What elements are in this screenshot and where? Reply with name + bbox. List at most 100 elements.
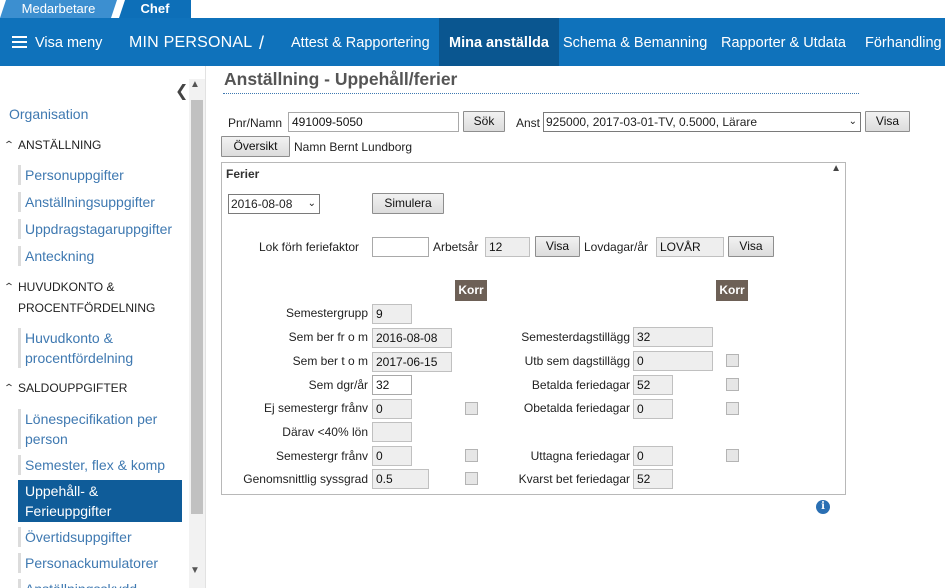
semestergrupp-label: Semestergrupp — [285, 306, 368, 320]
scroll-down-icon[interactable]: ▼ — [190, 565, 200, 576]
sidebar-item-personuppgifter[interactable]: Personuppgifter — [18, 165, 182, 185]
title-divider — [223, 93, 859, 94]
sidebar-item-anteckning[interactable]: Anteckning — [18, 246, 182, 266]
nav-item-schema[interactable]: Schema & Bemanning — [563, 18, 707, 66]
ej-semestergr-franv-value: 0 — [372, 399, 412, 419]
uttagna-feriedagar-value: 0 — [633, 446, 673, 466]
item-label-line2: procentfördelning — [25, 350, 134, 366]
item-label-line1: Lönespecifikation per — [25, 411, 158, 427]
main-content: Anställning - Uppehåll/ferier Pnr/Namn 4… — [206, 66, 945, 588]
simulate-button[interactable]: Simulera — [372, 193, 444, 214]
utb-sem-dagstillagg-label: Utb sem dagstillägg — [524, 354, 630, 368]
sidebar-section-anstallning[interactable]: ⌃ ANSTÄLLNING — [0, 135, 101, 152]
korr-header-left: Korr — [455, 280, 487, 301]
sidebar-item-anstallningsuppgifter[interactable]: Anställningsuppgifter — [18, 192, 182, 212]
employee-name: Namn Bernt Lundborg — [294, 140, 413, 154]
section-label-line2: PROCENTFÖRDELNING — [18, 301, 156, 315]
sidebar-scroll-thumb[interactable] — [191, 100, 203, 514]
overview-button[interactable]: Översikt — [221, 136, 290, 157]
sidebar-item-anstallningsskydd[interactable]: Anställningsskydd... — [18, 579, 182, 588]
sem-dgr-input[interactable]: 32 — [372, 375, 412, 395]
chevron-left-icon[interactable]: ❮ — [175, 81, 188, 101]
ferier-title: Ferier — [226, 167, 260, 181]
semestergrupp-value: 9 — [372, 304, 412, 324]
nav-item-forhandling[interactable]: Förhandling — [865, 18, 942, 66]
nav-title[interactable]: MIN PERSONAL — [129, 18, 252, 66]
obetalda-korr-checkbox[interactable] — [726, 402, 739, 415]
syssgrad-label: Genomsnittlig syssgrad — [243, 472, 368, 486]
arbetsar-label: Arbetsår — [433, 240, 479, 254]
korr-header-right: Korr — [716, 280, 748, 301]
utb-sem-korr-checkbox[interactable] — [726, 354, 739, 367]
betalda-korr-checkbox[interactable] — [726, 378, 739, 391]
sidebar-item-overtidsuppgifter[interactable]: Övertidsuppgifter — [18, 527, 182, 547]
sidebar-item-organisation[interactable]: Organisation — [9, 106, 88, 122]
ferie-date-value: 2016-08-08 — [231, 197, 293, 211]
arbetsar-show-button[interactable]: Visa — [535, 236, 580, 257]
chevron-down-icon: ⌄ — [848, 116, 857, 127]
section-label: ANSTÄLLNING — [18, 138, 102, 152]
sidebar-item-huvudkonto[interactable]: Huvudkonto & procentfördelning — [18, 328, 182, 368]
ferie-date-select[interactable]: 2016-08-08 ⌄ — [228, 194, 320, 214]
semestergr-franv-label: Semestergr frånv — [275, 449, 368, 463]
page-title: Anställning - Uppehåll/ferier — [224, 69, 458, 89]
nav-separator: / — [259, 33, 265, 53]
search-button[interactable]: Sök — [463, 111, 505, 132]
info-icon[interactable]: i — [816, 500, 830, 514]
obetalda-feriedagar-value: 0 — [633, 399, 673, 419]
sem-ber-from-value: 2016-08-08 — [372, 328, 452, 348]
collapse-up-icon[interactable]: ▲ — [831, 163, 841, 174]
darav-value — [372, 422, 412, 442]
semesterdagstillagg-value: 32 — [633, 327, 713, 347]
sidebar-item-semester-flex-komp[interactable]: Semester, flex & komp — [18, 455, 182, 475]
chevron-down-icon: ⌄ — [307, 198, 316, 209]
anst-select[interactable]: 925000, 2017-03-01-TV, 0.5000, Lärare ⌄ — [543, 112, 861, 132]
kvarst-feriedagar-label: Kvarst bet feriedagar — [518, 472, 630, 486]
lovdagar-input: LOVÅR — [656, 237, 724, 257]
anst-label: Anst — [516, 116, 541, 130]
lovdagar-show-button[interactable]: Visa — [728, 236, 774, 257]
hamburger-icon — [12, 36, 27, 48]
betalda-feriedagar-value: 52 — [633, 375, 673, 395]
tab-medarbetare[interactable]: Medarbetare — [0, 0, 117, 18]
lovdagar-label: Lovdagar/år — [584, 240, 649, 254]
ej-semestergr-korr-checkbox[interactable] — [465, 402, 478, 415]
lok-input[interactable] — [372, 237, 429, 257]
nav-item-attest[interactable]: Attest & Rapportering — [291, 18, 430, 66]
show-anst-button[interactable]: Visa — [865, 111, 910, 132]
syssgrad-korr-checkbox[interactable] — [465, 472, 478, 485]
sidebar: ❮ ▲ ▼ Organisation ⌃ ANSTÄLLNING Personup… — [0, 66, 206, 588]
sem-dgr-label: Sem dgr/år — [308, 378, 368, 392]
anst-select-value: 925000, 2017-03-01-TV, 0.5000, Lärare — [546, 115, 758, 129]
section-label-line1: HUVUDKONTO & — [18, 280, 115, 294]
pnr-label: Pnr/Namn — [228, 116, 283, 130]
ej-semestergr-franv-label: Ej semestergr frånv — [263, 401, 368, 415]
sem-ber-from-label: Sem ber fr o m — [288, 330, 368, 344]
sidebar-section-saldouppgifter[interactable]: ⌃ SALDOUPPGIFTER — [0, 378, 127, 395]
semestergr-korr-checkbox[interactable] — [465, 449, 478, 462]
scroll-up-icon[interactable]: ▲ — [190, 79, 200, 90]
sidebar-item-uppdragstagaruppgifter[interactable]: Uppdragstagaruppgifter — [18, 219, 182, 239]
item-label-line1: Huvudkonto & — [25, 330, 113, 346]
ferier-panel: Ferier ▲ 2016-08-08 ⌄ Simulera Lok förh … — [221, 162, 846, 495]
sidebar-item-lonespecifikation[interactable]: Lönespecifikation per person — [18, 409, 182, 449]
uttagna-feriedagar-label: Uttagna feriedagar — [530, 449, 630, 463]
main-navbar: Visa meny MIN PERSONAL / Attest & Rappor… — [0, 18, 945, 66]
kvarst-feriedagar-value: 52 — [633, 469, 673, 489]
sidebar-section-huvudkonto[interactable]: ⌃ HUVUDKONTO & PROCENTFÖRDELNING — [0, 277, 155, 315]
nav-item-mina-anstallda[interactable]: Mina anställda — [439, 18, 559, 66]
pnr-input[interactable]: 491009-5050 — [288, 112, 459, 132]
section-label: SALDOUPPGIFTER — [18, 381, 128, 395]
darav-label: Därav <40% lön — [282, 425, 368, 439]
item-label-line2: Ferieuppgifter — [25, 503, 112, 519]
uttagna-korr-checkbox[interactable] — [726, 449, 739, 462]
lok-label: Lok förh feriefaktor — [259, 240, 360, 254]
menu-button[interactable]: Visa meny — [12, 18, 102, 66]
sidebar-item-uppehall-ferie[interactable]: Uppehåll- & Ferieuppgifter — [18, 480, 182, 522]
sidebar-item-personackumulatorer[interactable]: Personackumulatorer — [18, 553, 182, 573]
arbetsar-input: 12 — [485, 237, 530, 257]
obetalda-feriedagar-label: Obetalda feriedagar — [523, 401, 630, 415]
nav-item-rapporter[interactable]: Rapporter & Utdata — [721, 18, 846, 66]
item-label-line2: person — [25, 431, 68, 447]
tab-chef[interactable]: Chef — [119, 0, 191, 18]
